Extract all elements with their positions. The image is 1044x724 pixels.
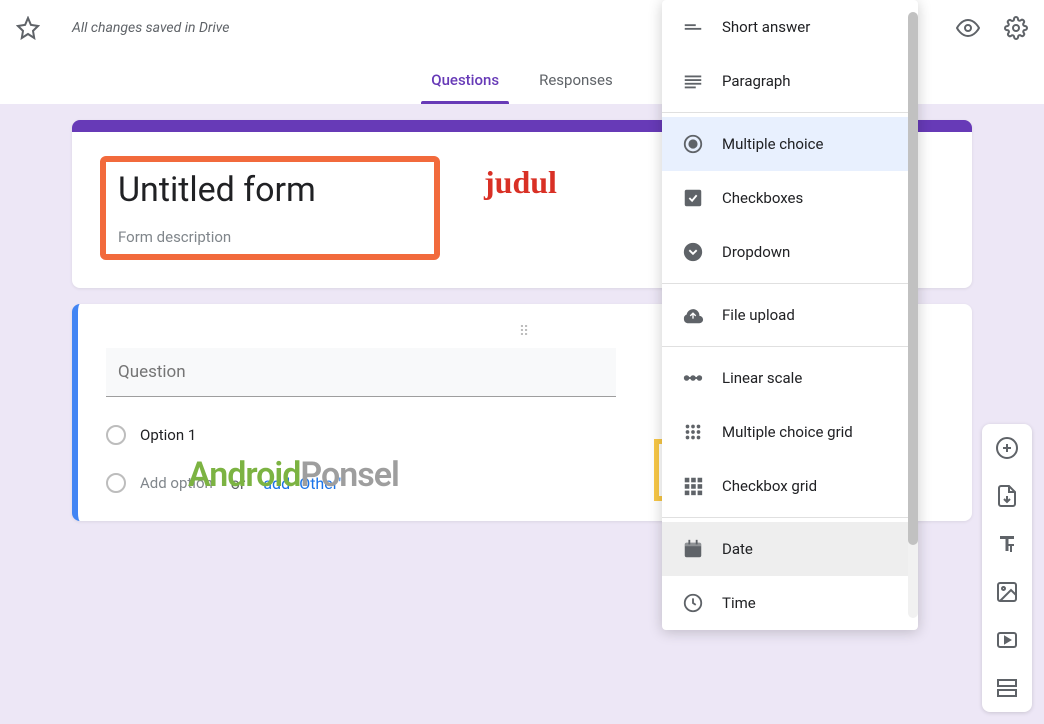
add-image-icon[interactable] — [995, 580, 1019, 604]
menu-paragraph[interactable]: Paragraph — [662, 54, 918, 108]
menu-time[interactable]: Time — [662, 576, 918, 630]
dropdown-icon — [682, 241, 704, 263]
time-icon — [682, 592, 704, 614]
tab-questions[interactable]: Questions — [427, 56, 503, 104]
mc-grid-icon — [682, 421, 704, 443]
add-section-icon[interactable] — [995, 676, 1019, 700]
linear-scale-icon — [682, 367, 704, 389]
menu-multiple-choice[interactable]: Multiple choice — [662, 117, 918, 171]
star-icon[interactable] — [16, 16, 40, 40]
radio-icon — [106, 473, 126, 493]
menu-file-upload[interactable]: File upload — [662, 288, 918, 342]
menu-cb-grid[interactable]: Checkbox grid — [662, 459, 918, 513]
form-description[interactable]: Form description — [118, 228, 422, 246]
menu-dropdown[interactable]: Dropdown — [662, 225, 918, 279]
short-answer-icon — [682, 16, 704, 38]
dropdown-scrollbar[interactable] — [908, 12, 918, 618]
menu-checkboxes[interactable]: Checkboxes — [662, 171, 918, 225]
add-question-icon[interactable] — [995, 436, 1019, 460]
save-status: All changes saved in Drive — [72, 20, 229, 36]
menu-divider — [662, 112, 918, 113]
judul-annotation: judul — [484, 164, 557, 201]
tab-responses[interactable]: Responses — [535, 56, 617, 104]
title-highlight-box: Untitled form Form description — [100, 156, 440, 260]
question-type-dropdown: Short answer Paragraph Multiple choice C… — [662, 0, 918, 630]
file-upload-icon — [682, 304, 704, 326]
add-title-icon[interactable] — [995, 532, 1019, 556]
menu-short-answer[interactable]: Short answer — [662, 0, 918, 54]
menu-date[interactable]: Date — [662, 522, 918, 576]
add-video-icon[interactable] — [995, 628, 1019, 652]
multiple-choice-icon — [682, 133, 704, 155]
checkboxes-icon — [682, 187, 704, 209]
preview-icon[interactable] — [956, 16, 980, 40]
cb-grid-icon — [682, 475, 704, 497]
menu-mc-grid[interactable]: Multiple choice grid — [662, 405, 918, 459]
paragraph-icon — [682, 70, 704, 92]
watermark: AndroidPonsel — [188, 455, 399, 495]
question-input[interactable] — [106, 348, 616, 397]
menu-divider — [662, 517, 918, 518]
form-title[interactable]: Untitled form — [118, 170, 422, 210]
side-toolbar — [982, 424, 1032, 712]
menu-linear-scale[interactable]: Linear scale — [662, 351, 918, 405]
radio-icon — [106, 425, 126, 445]
date-icon — [682, 538, 704, 560]
menu-divider — [662, 346, 918, 347]
import-questions-icon[interactable] — [995, 484, 1019, 508]
menu-divider — [662, 283, 918, 284]
option-1-text[interactable]: Option 1 — [140, 426, 196, 444]
settings-icon[interactable] — [1004, 16, 1028, 40]
